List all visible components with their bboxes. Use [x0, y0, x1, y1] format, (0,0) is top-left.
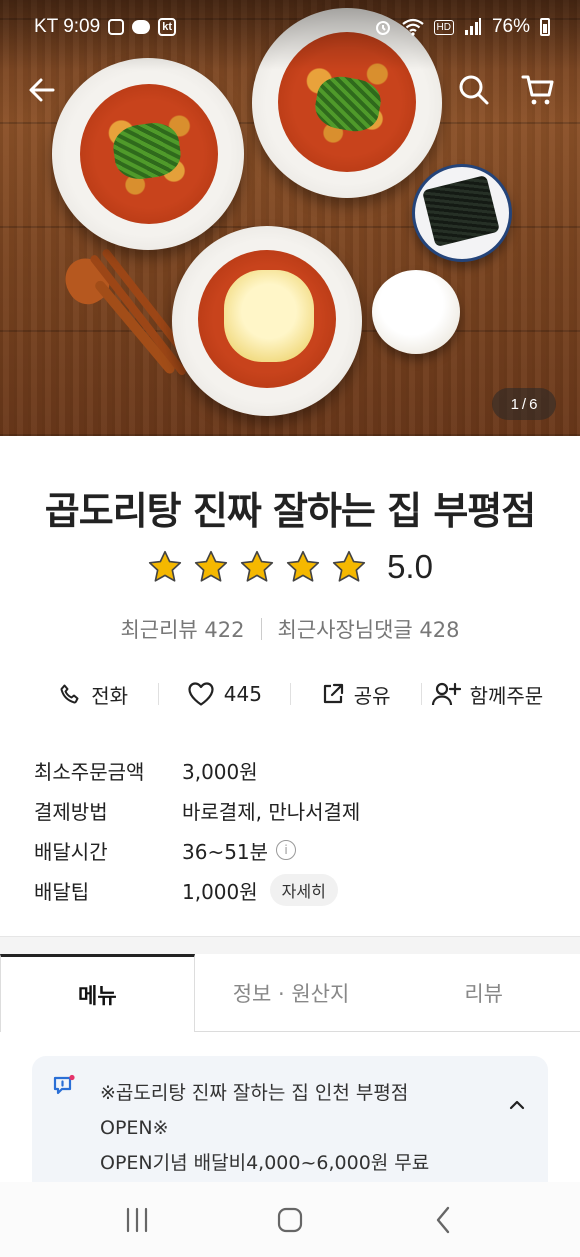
share-button[interactable]: 공유 [291, 680, 421, 709]
status-bar: KT 9:09 kt HD 76% [0, 0, 580, 56]
group-order-label: 함께주문 [469, 683, 544, 708]
cart-icon [521, 75, 554, 105]
tab-reviews[interactable]: 리뷰 [387, 954, 580, 1031]
star-icon [194, 550, 228, 582]
arrow-left-icon [29, 78, 55, 102]
back-icon [437, 1206, 450, 1233]
recent-reviews-link[interactable]: 최근리뷰 422 [120, 614, 244, 644]
store-photo-gallery[interactable] [0, 0, 580, 436]
back-button[interactable] [20, 68, 64, 112]
share-icon [323, 683, 343, 704]
store-notice[interactable]: ※곱도리탕 진짜 잘하는 집 인천 부평점 OPEN※ OPEN기념 배달비4,… [32, 1056, 548, 1182]
owner-replies-link[interactable]: 최근사장님댓글 428 [278, 614, 460, 644]
phone-icon [60, 684, 79, 704]
notice-chat-icon [53, 1074, 75, 1095]
recent-apps-icon [126, 1207, 147, 1232]
chevron-up-icon[interactable] [506, 1094, 528, 1116]
call-label: 전화 [91, 683, 129, 708]
store-name: 곱도리탕 진짜 잘하는 집 부평점 [44, 489, 536, 533]
gallery-current: 1 [510, 395, 519, 413]
action-row: 전화 445 공유 함께주문 [28, 672, 552, 716]
info-value: 3,000원 [182, 759, 258, 784]
rice-bowl [372, 270, 460, 354]
info-label: 최소주문금액 [34, 759, 145, 784]
info-value: 바로결제, 만나서결제 [182, 799, 361, 824]
carrier-time: KT 9:09 [34, 16, 101, 37]
star-icon [240, 550, 274, 582]
kt-badge-icon: kt [158, 18, 176, 36]
add-user-icon [431, 682, 461, 706]
message-bubble-icon [132, 20, 151, 34]
star-icon [148, 550, 182, 582]
info-row-min-order: 최소주문금액 3,000원 [34, 750, 554, 790]
gallery-counter: 1 / 6 [492, 388, 556, 420]
instagram-icon [108, 19, 125, 35]
back-nav-button[interactable] [413, 1190, 473, 1250]
food-cheese [224, 270, 314, 362]
info-icon[interactable]: i [276, 840, 297, 860]
delivery-info: 최소주문금액 3,000원 결제방법 바로결제, 만나서결제 배달시간 36~5… [34, 750, 554, 910]
store-tabs: 메뉴 정보 · 원산지 리뷰 [0, 954, 580, 1032]
battery-icon [540, 18, 550, 36]
home-button[interactable] [260, 1190, 320, 1250]
search-icon [459, 75, 489, 105]
star-icon [286, 550, 320, 582]
cart-button[interactable] [516, 68, 560, 112]
info-label: 결제방법 [34, 799, 108, 824]
rating-row: 5.0 [0, 548, 580, 586]
info-label: 배달팁 [34, 879, 90, 904]
gallery-total: 6 [529, 395, 538, 413]
share-label: 공유 [353, 683, 391, 708]
notice-text: ※곱도리탕 진짜 잘하는 집 인천 부평점 OPEN※ OPEN기념 배달비4,… [100, 1076, 480, 1181]
info-value-wrap: 1,000원 자세히 [182, 874, 338, 906]
info-value-wrap: 36~51분 i [182, 836, 297, 865]
delivery-tip-detail-button[interactable]: 자세히 [269, 874, 338, 906]
info-value: 1,000원 [182, 879, 258, 904]
recent-apps-button[interactable] [107, 1190, 167, 1250]
tab-info-origin[interactable]: 정보 · 원산지 [194, 954, 388, 1031]
wifi-icon [401, 18, 424, 36]
info-label: 배달시간 [34, 839, 108, 864]
notice-line: ※곱도리탕 진짜 잘하는 집 인천 부평점 [100, 1082, 409, 1104]
section-divider [0, 936, 580, 954]
divider [260, 618, 262, 640]
review-counts: 최근리뷰 422 최근사장님댓글 428 [0, 614, 580, 644]
tab-menu[interactable]: 메뉴 [0, 954, 195, 1032]
alarm-icon [375, 21, 390, 35]
battery-percent: 76% [491, 16, 530, 37]
like-count: 445 [223, 682, 262, 706]
group-order-button[interactable]: 함께주문 [422, 680, 552, 709]
hd-voice-icon: HD [433, 19, 454, 35]
star-icon [332, 550, 366, 582]
notice-line: OPEN기념 배달비4,000~6,000원 무료 [100, 1152, 430, 1174]
signal-icon [464, 18, 481, 35]
like-button[interactable]: 445 [159, 681, 289, 707]
heart-icon [188, 682, 214, 706]
call-button[interactable]: 전화 [28, 680, 158, 709]
info-row-delivery-time: 배달시간 36~51분 i [34, 830, 554, 870]
notice-line: OPEN※ [100, 1117, 169, 1139]
system-nav-bar [0, 1182, 580, 1257]
rating-value: 5.0 [387, 548, 433, 585]
home-icon [277, 1207, 303, 1232]
info-row-payment: 결제방법 바로결제, 만나서결제 [34, 790, 554, 830]
info-row-delivery-tip: 배달팁 1,000원 자세히 [34, 870, 554, 910]
gallery-separator: / [521, 395, 527, 413]
info-value: 36~51분 [182, 839, 269, 864]
search-button[interactable] [452, 68, 496, 112]
